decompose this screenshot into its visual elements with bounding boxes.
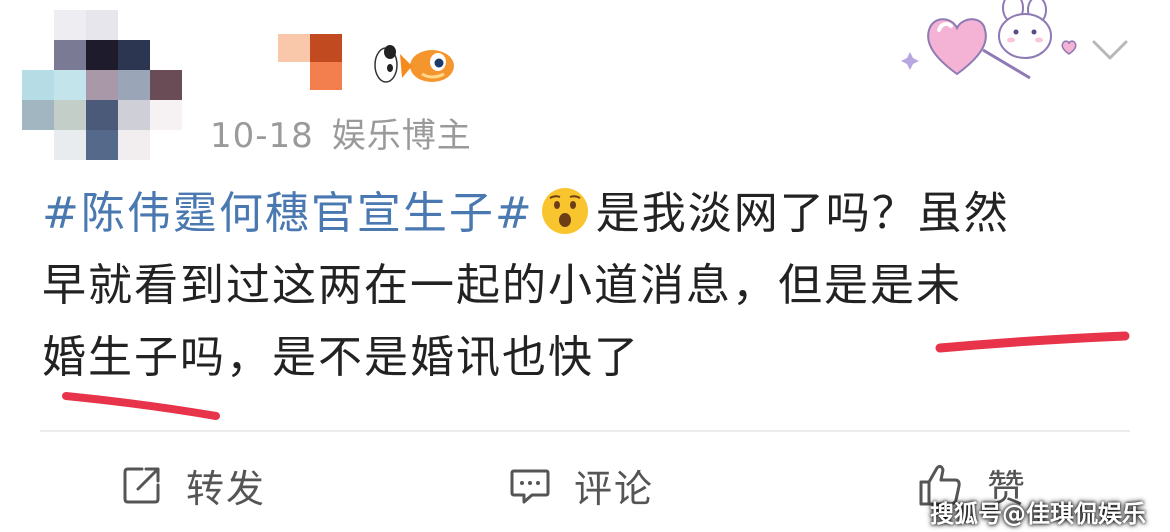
- repost-icon: [123, 467, 160, 504]
- post-line-1-text: 是我淡网了吗？虽然: [595, 188, 1010, 239]
- post-date: 10-18: [210, 116, 314, 156]
- avatar[interactable]: [22, 10, 182, 160]
- sparkle-icon: [901, 52, 919, 70]
- divider: [40, 430, 1130, 432]
- chevron-down-icon[interactable]: [1088, 34, 1132, 64]
- username-blurred[interactable]: [278, 34, 342, 90]
- red-underline-1: [935, 331, 1130, 353]
- comment-icon: [510, 469, 550, 504]
- comment-button[interactable]: 评论: [508, 455, 654, 515]
- goldfish-icon: [400, 50, 454, 82]
- card-decoration: [901, 0, 1077, 80]
- post-meta: 10-18 娱乐博主: [210, 108, 472, 157]
- panda-icon: [374, 45, 398, 83]
- repost-label: 转发: [186, 466, 267, 511]
- author-role: 娱乐博主: [331, 116, 472, 156]
- post-text: #陈伟霆何穗官宣生子# 是我淡网了吗？虽然 早就看到过这两在一起的小道消息，但是…: [42, 178, 1142, 394]
- watermark: 搜狐号@佳琪侃娱乐: [930, 500, 1146, 528]
- post-line-2: 早就看到过这两在一起的小道消息，但是是未: [42, 260, 962, 311]
- comment-label: 评论: [574, 466, 655, 511]
- red-underline-2: [62, 392, 220, 420]
- repost-button[interactable]: 转发: [120, 455, 266, 515]
- user-badges: [374, 45, 454, 83]
- small-heart-icon: [1061, 40, 1077, 55]
- frowning-face-icon: [541, 188, 588, 234]
- post-line-1: #陈伟霆何穗官宣生子# 是我淡网了吗？虽然: [42, 178, 1142, 250]
- topic-hashtag-link[interactable]: #陈伟霆何穗官宣生子#: [42, 188, 534, 239]
- bunny-icon: [998, 0, 1052, 59]
